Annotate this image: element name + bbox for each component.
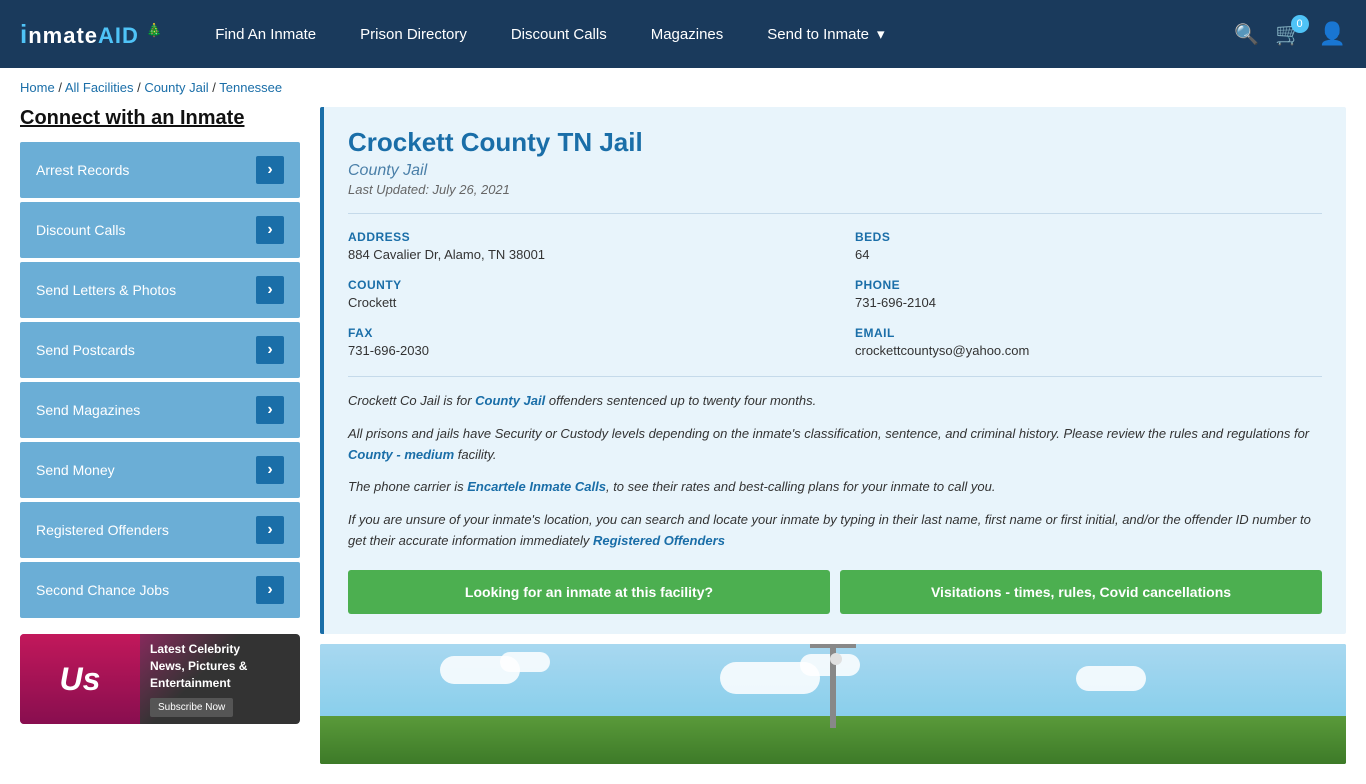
- breadcrumb-home[interactable]: Home: [20, 80, 55, 95]
- desc-paragraph-1: Crockett Co Jail is for County Jail offe…: [348, 391, 1322, 412]
- address-block: ADDRESS 884 Cavalier Dr, Alamo, TN 38001: [348, 230, 815, 262]
- main-nav: Find An Inmate Prison Directory Discount…: [193, 0, 1234, 68]
- nav-discount-calls[interactable]: Discount Calls: [489, 0, 629, 68]
- phone-label: PHONE: [855, 278, 1322, 292]
- beds-value: 64: [855, 247, 1322, 262]
- facility-card: Crockett County TN Jail County Jail Last…: [320, 107, 1346, 634]
- nav-send-to-inmate[interactable]: Send to Inmate ▾: [745, 0, 906, 68]
- nav-magazines[interactable]: Magazines: [629, 0, 746, 68]
- sidebar: Connect with an Inmate Arrest Records › …: [20, 107, 300, 764]
- address-label: ADDRESS: [348, 230, 815, 244]
- registered-offenders-link[interactable]: Registered Offenders: [593, 533, 725, 548]
- sidebar-item-label: Second Chance Jobs: [36, 582, 169, 598]
- account-button[interactable]: 👤: [1319, 21, 1346, 47]
- breadcrumb: Home / All Facilities / County Jail / Te…: [0, 68, 1366, 107]
- sidebar-item-send-money[interactable]: Send Money ›: [20, 442, 300, 498]
- sidebar-item-send-letters[interactable]: Send Letters & Photos ›: [20, 262, 300, 318]
- sidebar-arrow-icon: ›: [256, 276, 284, 304]
- phone-block: PHONE 731-696-2104: [855, 278, 1322, 310]
- desc-paragraph-3: The phone carrier is Encartele Inmate Ca…: [348, 477, 1322, 498]
- sidebar-item-discount-calls[interactable]: Discount Calls ›: [20, 202, 300, 258]
- sidebar-arrow-icon: ›: [256, 156, 284, 184]
- ad-subscribe-button[interactable]: Subscribe Now: [150, 698, 233, 717]
- county-label: COUNTY: [348, 278, 815, 292]
- sidebar-item-second-chance-jobs[interactable]: Second Chance Jobs ›: [20, 562, 300, 618]
- sidebar-arrow-icon: ›: [256, 336, 284, 364]
- sidebar-item-label: Send Magazines: [36, 402, 140, 418]
- breadcrumb-tennessee[interactable]: Tennessee: [219, 80, 282, 95]
- county-medium-link[interactable]: County - medium: [348, 447, 454, 462]
- main-content: Crockett County TN Jail County Jail Last…: [320, 107, 1346, 764]
- county-block: COUNTY Crockett: [348, 278, 815, 310]
- facility-info-grid: ADDRESS 884 Cavalier Dr, Alamo, TN 38001…: [348, 213, 1322, 358]
- sidebar-arrow-icon: ›: [256, 216, 284, 244]
- desc-paragraph-4: If you are unsure of your inmate's locat…: [348, 510, 1322, 552]
- advertisement: Us Latest Celebrity News, Pictures & Ent…: [20, 634, 300, 724]
- sidebar-item-send-magazines[interactable]: Send Magazines ›: [20, 382, 300, 438]
- county-jail-link-1[interactable]: County Jail: [475, 393, 545, 408]
- fax-value: 731-696-2030: [348, 343, 815, 358]
- cart-badge: 0: [1291, 15, 1309, 33]
- sidebar-menu: Arrest Records › Discount Calls › Send L…: [20, 142, 300, 618]
- main-layout: Connect with an Inmate Arrest Records › …: [0, 107, 1366, 784]
- breadcrumb-county-jail[interactable]: County Jail: [144, 80, 208, 95]
- sidebar-item-label: Arrest Records: [36, 162, 129, 178]
- action-buttons: Looking for an inmate at this facility? …: [348, 570, 1322, 614]
- sidebar-item-send-postcards[interactable]: Send Postcards ›: [20, 322, 300, 378]
- logo-aid-text: AID: [98, 23, 139, 48]
- logo[interactable]: inmateAID 🎄: [20, 19, 163, 50]
- county-value: Crockett: [348, 295, 815, 310]
- facility-photo: [320, 644, 1346, 764]
- search-button[interactable]: 🔍: [1234, 22, 1259, 47]
- visitations-button[interactable]: Visitations - times, rules, Covid cancel…: [840, 570, 1322, 614]
- facility-subtitle: County Jail: [348, 162, 1322, 180]
- nav-find-inmate[interactable]: Find An Inmate: [193, 0, 338, 68]
- dropdown-arrow-icon: ▾: [877, 25, 885, 43]
- facility-last-updated: Last Updated: July 26, 2021: [348, 182, 1322, 197]
- sidebar-item-label: Discount Calls: [36, 222, 125, 238]
- sidebar-arrow-icon: ›: [256, 516, 284, 544]
- sidebar-item-label: Send Letters & Photos: [36, 282, 176, 298]
- user-icon: 👤: [1319, 21, 1346, 47]
- sidebar-item-label: Send Money: [36, 462, 115, 478]
- phone-value: 731-696-2104: [855, 295, 1322, 310]
- nav-prison-directory[interactable]: Prison Directory: [338, 0, 489, 68]
- ad-text: Latest Celebrity News, Pictures & Entert…: [140, 634, 257, 724]
- sidebar-item-registered-offenders[interactable]: Registered Offenders ›: [20, 502, 300, 558]
- cart-button[interactable]: 🛒 0: [1275, 21, 1302, 47]
- email-block: EMAIL crockettcountyso@yahoo.com: [855, 326, 1322, 358]
- fax-label: FAX: [348, 326, 815, 340]
- email-label: EMAIL: [855, 326, 1322, 340]
- ad-image: Us: [20, 634, 140, 724]
- desc-paragraph-2: All prisons and jails have Security or C…: [348, 424, 1322, 466]
- cloud-2: [500, 652, 550, 672]
- sidebar-item-label: Registered Offenders: [36, 522, 169, 538]
- sidebar-title: Connect with an Inmate: [20, 107, 300, 130]
- email-value: crockettcountyso@yahoo.com: [855, 343, 1322, 358]
- pole-top: [810, 644, 856, 648]
- cloud-5: [1076, 666, 1146, 691]
- search-icon: 🔍: [1234, 22, 1259, 47]
- sidebar-item-label: Send Postcards: [36, 342, 135, 358]
- encartele-link[interactable]: Encartele Inmate Calls: [467, 479, 606, 494]
- site-header: inmateAID 🎄 Find An Inmate Prison Direct…: [0, 0, 1366, 68]
- find-inmate-button[interactable]: Looking for an inmate at this facility?: [348, 570, 830, 614]
- header-icons: 🔍 🛒 0 👤: [1234, 21, 1346, 47]
- beds-block: BEDS 64: [855, 230, 1322, 262]
- facility-description: Crockett Co Jail is for County Jail offe…: [348, 376, 1322, 552]
- beds-label: BEDS: [855, 230, 1322, 244]
- sidebar-item-arrest-records[interactable]: Arrest Records ›: [20, 142, 300, 198]
- sidebar-arrow-icon: ›: [256, 396, 284, 424]
- facility-title: Crockett County TN Jail: [348, 127, 1322, 158]
- sidebar-arrow-icon: ›: [256, 576, 284, 604]
- address-value: 884 Cavalier Dr, Alamo, TN 38001: [348, 247, 815, 262]
- breadcrumb-all-facilities[interactable]: All Facilities: [65, 80, 134, 95]
- fax-block: FAX 731-696-2030: [348, 326, 815, 358]
- sidebar-arrow-icon: ›: [256, 456, 284, 484]
